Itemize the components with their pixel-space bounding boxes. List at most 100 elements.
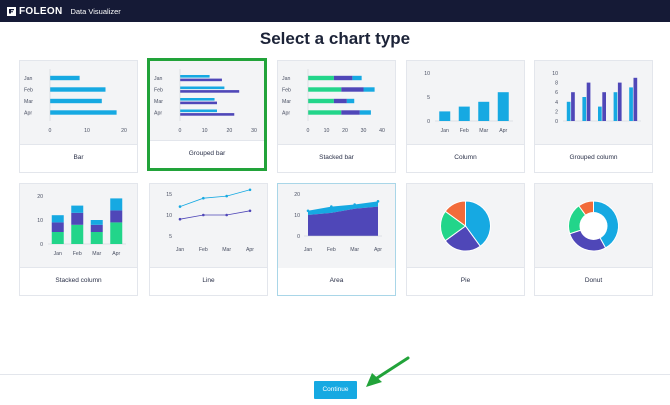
donut-hole bbox=[579, 212, 608, 240]
y-tick-label: 0 bbox=[297, 234, 300, 240]
y-tick-label: Feb bbox=[282, 88, 291, 94]
chart-preview-svg: 0 5 10 Jan Feb Mar Apr bbox=[424, 71, 513, 134]
y-tick-label: Jan bbox=[24, 76, 32, 82]
bar-segment bbox=[346, 98, 355, 104]
chart-preview: 0 5 10 Jan Feb Mar Apr bbox=[407, 61, 524, 145]
y-tick-label: 0 bbox=[555, 119, 558, 125]
continue-button[interactable]: Continue bbox=[314, 381, 357, 399]
y-tick-label: Apr bbox=[154, 111, 162, 117]
chart-type-card-line[interactable]: 5 10 15 Jan Feb Mar Apr Line bbox=[149, 183, 268, 296]
y-tick-label: Apr bbox=[24, 111, 32, 117]
chart-type-label: Pie bbox=[407, 267, 524, 295]
y-tick-label: 10 bbox=[294, 213, 300, 219]
chart-preview: Jan Feb Mar Apr 0 10 20 30 40 bbox=[278, 61, 395, 145]
column-segment bbox=[51, 232, 64, 244]
x-tick-label: Feb bbox=[460, 128, 469, 134]
bar bbox=[180, 86, 225, 90]
bar-segment bbox=[341, 87, 364, 92]
x-tick-label: Jan bbox=[441, 128, 449, 134]
chart-type-card-grouped-bar[interactable]: Jan Feb Mar Apr 0 10 20 30 Grouped bar bbox=[147, 58, 267, 171]
line-point bbox=[202, 196, 205, 200]
line-point bbox=[178, 205, 182, 208]
chart-type-card-bar[interactable]: Jan Feb Mar Apr 0 10 20 Bar bbox=[19, 60, 138, 173]
column bbox=[586, 82, 591, 121]
chart-type-card-donut[interactable]: Donut bbox=[534, 183, 653, 296]
bar bbox=[180, 78, 222, 82]
chart-type-label: Line bbox=[150, 267, 267, 295]
logo-icon bbox=[7, 6, 16, 16]
x-tick-label: Jan bbox=[176, 247, 184, 253]
column bbox=[598, 106, 602, 121]
x-tick-label: Apr bbox=[112, 251, 120, 257]
app-name: Data Visualizer bbox=[70, 6, 121, 16]
area-point bbox=[330, 205, 333, 208]
x-tick-label: 30 bbox=[251, 128, 257, 134]
bar bbox=[180, 75, 210, 78]
chart-type-label: Grouped column bbox=[535, 144, 652, 172]
column bbox=[497, 92, 509, 121]
x-tick-label: Jan bbox=[304, 247, 312, 253]
column bbox=[458, 106, 470, 121]
bar-segment bbox=[359, 110, 371, 115]
x-tick-label: Jan bbox=[54, 251, 62, 257]
y-tick-label: Jan bbox=[282, 76, 290, 82]
column bbox=[478, 101, 490, 121]
y-tick-label: 5 bbox=[169, 234, 172, 240]
line-point bbox=[248, 209, 252, 213]
x-tick-label: 0 bbox=[49, 128, 52, 134]
column-segment bbox=[110, 210, 123, 223]
chart-type-card-column[interactable]: 0 5 10 Jan Feb Mar Apr Column bbox=[406, 60, 525, 173]
chart-preview-svg bbox=[440, 200, 491, 252]
chart-type-card-pie[interactable]: Pie bbox=[406, 183, 525, 296]
bar-segment bbox=[333, 75, 353, 81]
x-tick-label: 20 bbox=[226, 128, 232, 134]
y-tick-label: 10 bbox=[166, 213, 172, 219]
bar-segment bbox=[308, 87, 342, 92]
column-segment bbox=[90, 224, 103, 232]
column-segment bbox=[71, 224, 84, 244]
chart-type-card-area[interactable]: 0 10 20 Jan Feb Mar Apr Area bbox=[277, 183, 396, 296]
logo[interactable]: FOLEON bbox=[7, 6, 62, 17]
column bbox=[571, 92, 575, 121]
column bbox=[439, 111, 451, 121]
chart-type-label: Stacked bar bbox=[278, 144, 395, 172]
x-tick-label: Apr bbox=[246, 247, 254, 253]
area-point bbox=[306, 209, 310, 213]
x-tick-label: Apr bbox=[374, 247, 382, 253]
series-line bbox=[179, 189, 251, 207]
page-title: Select a chart type bbox=[259, 29, 411, 48]
column bbox=[613, 92, 618, 121]
line-point bbox=[225, 194, 228, 198]
x-tick-label: 10 bbox=[202, 128, 208, 134]
y-tick-label: Mar bbox=[282, 99, 291, 105]
y-tick-label: Mar bbox=[154, 99, 163, 105]
bar bbox=[50, 110, 117, 115]
chart-type-label: Bar bbox=[20, 144, 137, 172]
chart-preview bbox=[535, 184, 652, 268]
column bbox=[617, 82, 622, 121]
bar-segment bbox=[341, 110, 360, 115]
chart-preview: 0 10 20 Jan Feb Mar Apr bbox=[278, 184, 395, 268]
column-segment bbox=[51, 215, 64, 223]
chart-type-card-grouped-column[interactable]: 0 2 4 6 8 10 Grouped column bbox=[534, 60, 653, 173]
y-tick-label: 20 bbox=[294, 192, 300, 198]
y-tick-label: Jan bbox=[154, 76, 162, 82]
chart-preview: 0 10 20 Jan Feb Mar Apr bbox=[20, 184, 137, 268]
column-segment bbox=[90, 232, 103, 244]
chart-type-label: Column bbox=[407, 144, 524, 172]
x-tick-label: 10 bbox=[324, 128, 330, 134]
bar bbox=[180, 113, 235, 116]
x-tick-label: Mar bbox=[222, 247, 231, 253]
chart-preview-svg bbox=[568, 200, 619, 252]
bar-segment bbox=[352, 75, 362, 81]
chart-type-card-stacked-column[interactable]: 0 10 20 Jan Feb Mar Apr Stacked column bbox=[19, 183, 138, 296]
chart-type-label: Grouped bar bbox=[150, 140, 264, 168]
area-point bbox=[353, 203, 356, 206]
y-tick-label: 8 bbox=[555, 81, 558, 87]
column-segment bbox=[71, 212, 84, 225]
logo-text: FOLEON bbox=[19, 5, 63, 17]
chart-type-label: Stacked column bbox=[20, 267, 137, 295]
bar bbox=[50, 75, 80, 81]
y-tick-label: 4 bbox=[555, 100, 558, 106]
chart-type-card-stacked-bar[interactable]: Jan Feb Mar Apr 0 10 20 30 40 Stacked bar bbox=[277, 60, 396, 173]
